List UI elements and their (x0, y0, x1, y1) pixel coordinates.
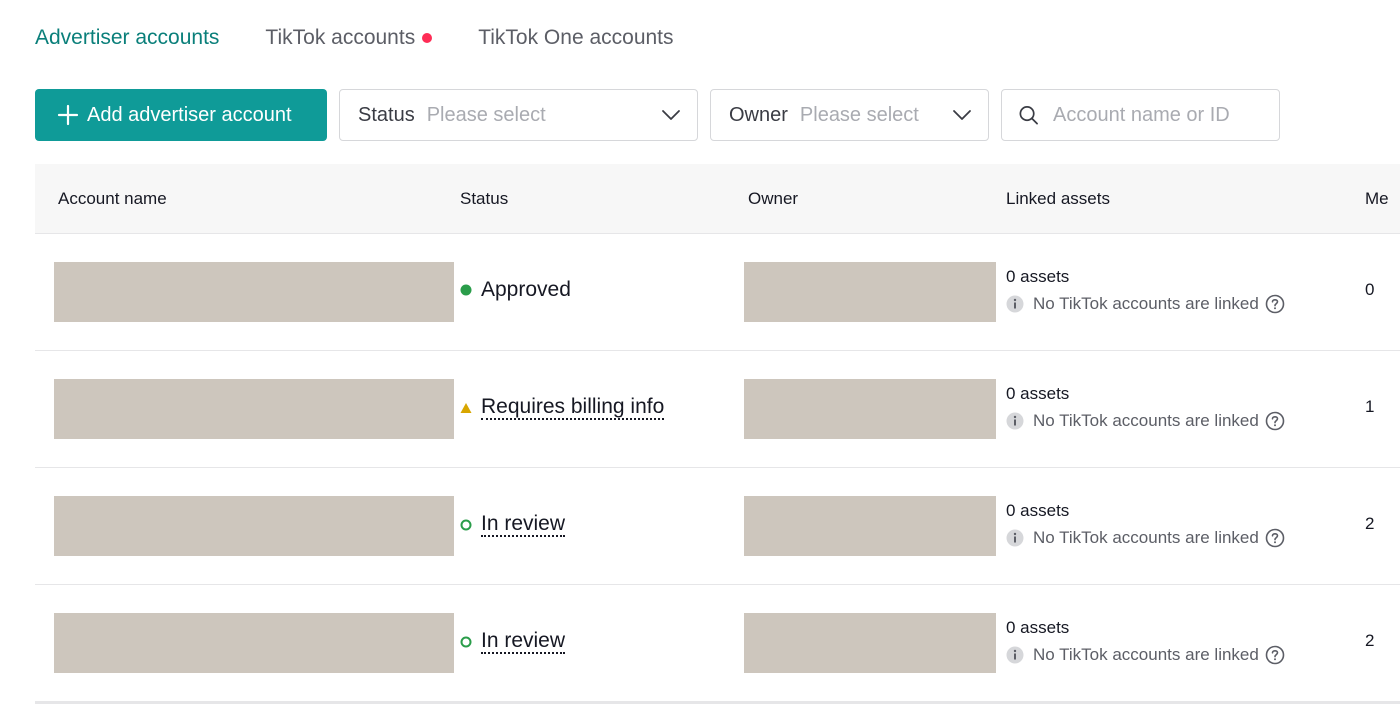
status-filter-label: Status (358, 103, 415, 126)
status-cell: Approved (460, 278, 571, 302)
status-in-review-icon (460, 519, 472, 530)
linked-note-text: No TikTok accounts are linked (1033, 528, 1259, 547)
redacted-owner (744, 613, 996, 673)
add-advertiser-account-button[interactable]: Add advertiser account (35, 89, 327, 141)
header-linked-assets: Linked assets (1006, 189, 1110, 208)
owner-filter-placeholder: Please select (799, 103, 919, 126)
members-count: 1 (1365, 397, 1375, 416)
tab-advertiser-accounts[interactable]: Advertiser accounts (35, 24, 219, 52)
members-count: 0 (1365, 280, 1375, 299)
table-row[interactable]: In review 0 assets No TikTok accounts ar… (35, 468, 1400, 585)
table-header: Account name Status Owner Linked assets … (35, 164, 1400, 234)
help-icon[interactable] (1265, 294, 1285, 314)
redacted-owner (744, 379, 996, 439)
toolbar: Add advertiser account Status Please sel… (35, 89, 1280, 141)
linked-assets-cell: 0 assets No TikTok accounts are linked (1006, 383, 1285, 431)
accounts-table: Account name Status Owner Linked assets … (35, 164, 1400, 702)
owner-filter-label: Owner (729, 103, 788, 126)
status-approved-icon (460, 284, 472, 296)
redacted-owner (744, 496, 996, 556)
status-text: Approved (481, 278, 571, 301)
header-status: Status (460, 189, 509, 208)
owner-filter-select[interactable]: Owner Please select (710, 89, 989, 141)
assets-count: 0 assets (1006, 267, 1070, 286)
tab-tiktok-one-accounts[interactable]: TikTok One accounts (478, 24, 673, 52)
account-search (1001, 89, 1280, 141)
linked-note: No TikTok accounts are linked (1006, 411, 1285, 431)
tab-tiktok-accounts[interactable]: TikTok accounts (265, 24, 433, 52)
status-cell: In review (460, 512, 566, 537)
header-owner: Owner (748, 189, 799, 208)
assets-count: 0 assets (1006, 501, 1070, 520)
warning-icon (460, 402, 472, 413)
search-input[interactable] (1051, 102, 1265, 128)
tab-label: TikTok accounts (265, 26, 416, 49)
tab-label: Advertiser accounts (35, 26, 220, 49)
members-count: 2 (1365, 631, 1375, 650)
account-tabs: Advertiser accounts TikTok accounts TikT… (35, 24, 720, 52)
add-button-label: Add advertiser account (87, 103, 292, 126)
help-icon[interactable] (1265, 528, 1285, 548)
linked-note-text: No TikTok accounts are linked (1033, 411, 1259, 430)
status-filter-placeholder: Please select (426, 103, 546, 126)
info-icon (1006, 412, 1024, 430)
status-cell: In review (460, 629, 566, 654)
members-count: 2 (1365, 514, 1375, 533)
redacted-account-name (54, 496, 454, 556)
linked-note: No TikTok accounts are linked (1006, 528, 1285, 548)
chevron-down-icon (662, 110, 680, 120)
table-row[interactable]: Requires billing info 0 assets No TikTok… (35, 351, 1400, 468)
help-icon[interactable] (1265, 645, 1285, 665)
redacted-account-name (54, 262, 454, 322)
linked-assets-cell: 0 assets No TikTok accounts are linked (1006, 617, 1285, 665)
linked-assets-cell: 0 assets No TikTok accounts are linked (1006, 500, 1285, 548)
search-icon (1019, 106, 1038, 125)
plus-icon (57, 104, 79, 126)
info-icon (1006, 529, 1024, 547)
status-text[interactable]: In review (481, 629, 566, 654)
assets-count: 0 assets (1006, 618, 1070, 637)
chevron-down-icon (953, 110, 971, 120)
tab-label: TikTok One accounts (478, 26, 674, 49)
redacted-account-name (54, 379, 454, 439)
status-in-review-icon (460, 636, 472, 647)
linked-assets-cell: 0 assets No TikTok accounts are linked (1006, 266, 1285, 314)
redacted-account-name (54, 613, 454, 673)
header-account-name: Account name (58, 189, 167, 208)
table-row[interactable]: Approved 0 assets No TikTok accounts are… (35, 234, 1400, 351)
assets-count: 0 assets (1006, 384, 1070, 403)
linked-note-text: No TikTok accounts are linked (1033, 645, 1259, 664)
notification-dot (422, 33, 433, 43)
linked-note: No TikTok accounts are linked (1006, 645, 1285, 665)
redacted-owner (744, 262, 996, 322)
help-icon[interactable] (1265, 411, 1285, 431)
linked-note-text: No TikTok accounts are linked (1033, 294, 1259, 313)
status-filter-select[interactable]: Status Please select (339, 89, 698, 141)
header-members: Me (1365, 189, 1389, 208)
status-text[interactable]: Requires billing info (481, 395, 665, 420)
linked-note: No TikTok accounts are linked (1006, 294, 1285, 314)
status-cell: Requires billing info (460, 395, 665, 420)
info-icon (1006, 295, 1024, 313)
table-row[interactable]: In review 0 assets No TikTok accounts ar… (35, 585, 1400, 702)
status-text[interactable]: In review (481, 512, 566, 537)
info-icon (1006, 646, 1024, 664)
